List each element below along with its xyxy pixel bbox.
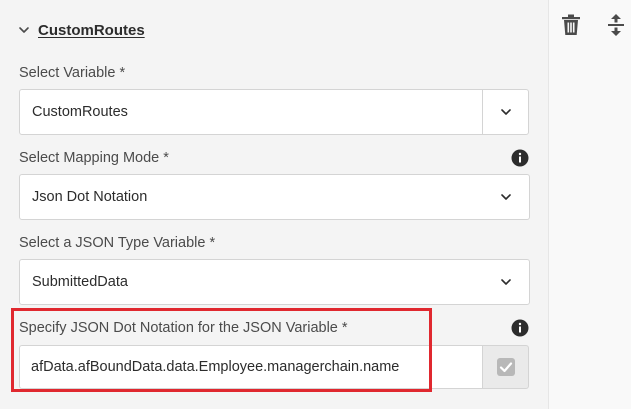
mapping-mode-select[interactable]: Json Dot Notation	[19, 174, 530, 220]
section-header-toggle[interactable]: CustomRoutes	[18, 19, 145, 41]
chevron-down-icon	[19, 27, 29, 33]
json-type-variable-label: Select a JSON Type Variable *	[19, 235, 216, 251]
chevron-down-icon	[501, 279, 511, 285]
mapping-mode-value: Json Dot Notation	[32, 189, 148, 205]
dot-notation-input[interactable]	[19, 345, 482, 389]
row-actions-column	[549, 0, 631, 409]
info-icon[interactable]	[510, 148, 530, 168]
checkmark-icon	[496, 358, 515, 376]
mapping-panel: CustomRoutes Select Variable * CustomRou…	[0, 0, 549, 409]
select-variable-dropdown-button[interactable]	[482, 90, 528, 134]
select-variable-combobox[interactable]: CustomRoutes	[19, 89, 529, 135]
mapping-mode-label: Select Mapping Mode *	[19, 150, 169, 166]
json-type-variable-value: SubmittedData	[32, 274, 128, 290]
json-type-variable-select[interactable]: SubmittedData	[19, 259, 530, 305]
delete-button[interactable]	[558, 12, 584, 38]
chevron-down-icon	[500, 109, 511, 115]
dot-notation-label: Specify JSON Dot Notation for the JSON V…	[19, 320, 348, 336]
chevron-down-icon	[501, 194, 511, 200]
trash-icon	[562, 14, 580, 35]
mapping-mode-dropdown-button[interactable]	[483, 175, 529, 219]
select-variable-value[interactable]: CustomRoutes	[20, 104, 482, 120]
section-title[interactable]: CustomRoutes	[38, 22, 145, 39]
info-icon[interactable]	[510, 318, 530, 338]
select-variable-label: Select Variable *	[19, 65, 126, 81]
confirm-button[interactable]	[482, 345, 529, 389]
reorder-button[interactable]	[603, 12, 629, 38]
move-vertical-icon	[608, 14, 624, 36]
json-type-variable-dropdown-button[interactable]	[483, 260, 529, 304]
